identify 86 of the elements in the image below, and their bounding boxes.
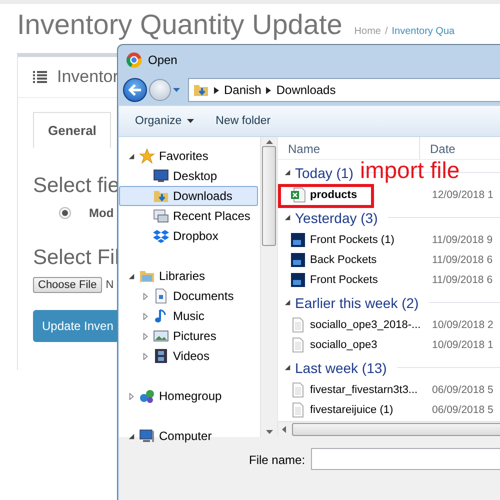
browser-icon: [126, 52, 142, 68]
collapse-arrow-icon[interactable]: [128, 152, 135, 160]
film-icon: [153, 348, 169, 364]
breadcrumb-current[interactable]: Inventory Qua: [392, 26, 455, 37]
nav-item[interactable]: Dropbox: [119, 226, 258, 246]
monitor-icon: [153, 168, 169, 184]
path-segment[interactable]: Downloads: [276, 83, 336, 97]
nav-item[interactable]: Recent Places: [119, 206, 258, 226]
nav-item[interactable]: Computer: [119, 426, 258, 446]
tab[interactable]: General: [33, 112, 112, 148]
annotation: import file: [360, 159, 460, 182]
collapse-arrow-icon[interactable]: [284, 169, 291, 176]
scroll-down-icon[interactable]: [266, 430, 272, 434]
expand-arrow-icon[interactable]: [142, 352, 149, 360]
expand-arrow-icon[interactable]: [142, 312, 149, 320]
address-bar[interactable]: Danish Downloads: [188, 78, 500, 102]
group-header[interactable]: Today (1): [295, 164, 354, 180]
folder-download-icon: [193, 82, 209, 98]
recent-places-icon: [153, 208, 169, 224]
library-icon: [139, 268, 155, 284]
photoshop-file-icon: [290, 272, 306, 288]
file-row[interactable]: sociallo_ope3 10/09/2018 1: [284, 335, 500, 355]
group-header[interactable]: Earlier this week (2): [295, 294, 419, 310]
file-row[interactable]: Front Pockets (1) 11/09/2018 9: [284, 230, 500, 250]
collapse-arrow-icon[interactable]: [128, 272, 135, 280]
radio-button[interactable]: [59, 206, 71, 219]
collapse-arrow-icon[interactable]: [284, 299, 291, 306]
folder-download-icon: [153, 188, 169, 204]
file-name-label: File name:: [249, 453, 306, 467]
star-icon: [139, 148, 155, 164]
collapse-arrow-icon[interactable]: [284, 214, 291, 221]
picture-icon: [153, 328, 169, 344]
nav-item[interactable]: Favorites: [119, 146, 258, 166]
expand-arrow-icon[interactable]: [142, 332, 149, 340]
nav-item[interactable]: Homegroup: [119, 386, 258, 406]
toolbar-button[interactable]: Organize: [131, 112, 198, 130]
list-icon: [33, 70, 47, 83]
file-row[interactable]: sociallo_ope3_2018-... 10/09/2018 2: [284, 315, 500, 335]
expand-arrow-icon[interactable]: [142, 292, 149, 300]
scrollbar[interactable]: [278, 421, 500, 437]
arrow-left-icon: [128, 84, 142, 96]
group-header[interactable]: Yesterday (3): [295, 210, 378, 226]
chevron-icon[interactable]: [266, 86, 272, 94]
back-button[interactable]: [123, 78, 147, 102]
scrollbar[interactable]: [260, 137, 277, 437]
group-header[interactable]: Last week (13): [295, 360, 387, 376]
nav-item[interactable]: Libraries: [119, 266, 258, 286]
file-status: N: [106, 278, 114, 291]
text-file-icon: [290, 337, 306, 353]
spreadsheet-icon: [290, 187, 306, 203]
scroll-up-icon[interactable]: [266, 140, 272, 144]
page-title: Inventory Quantity Update: [17, 10, 342, 41]
collapse-arrow-icon[interactable]: [284, 364, 291, 371]
path-segment[interactable]: Danish: [224, 83, 262, 97]
dropdown-caret-icon[interactable]: [173, 88, 180, 92]
radio-label: Mod: [89, 206, 114, 220]
computer-icon: [139, 428, 155, 444]
file-row[interactable]: Front Pockets 11/09/2018 6: [284, 270, 500, 290]
text-file-icon: [290, 402, 306, 418]
nav-item[interactable]: Documents: [119, 286, 258, 306]
file-name-field[interactable]: [311, 448, 500, 470]
nav-item[interactable]: Videos: [119, 346, 258, 366]
photoshop-file-icon: [290, 232, 306, 248]
file-row[interactable]: fivestareijuice (1) 06/09/2018 5: [284, 400, 500, 420]
document-icon: [153, 288, 169, 304]
dialog-title: Open: [148, 53, 178, 67]
dropbox-icon: [153, 228, 169, 244]
nav-item[interactable]: Downloads: [119, 186, 258, 206]
text-file-icon: [290, 382, 306, 398]
text-file-icon: [290, 317, 306, 333]
file-row[interactable]: products 12/09/2018 1: [284, 185, 500, 205]
toolbar-button[interactable]: New folder: [212, 112, 275, 130]
choose-file-button[interactable]: Choose File: [33, 276, 102, 293]
expand-arrow-icon[interactable]: [128, 392, 135, 400]
column-header[interactable]: Date: [420, 137, 500, 159]
file-row[interactable]: fivestar_fivestarn3t3... 06/09/2018 5: [284, 380, 500, 400]
photoshop-file-icon: [290, 252, 306, 268]
scroll-left-icon[interactable]: [282, 426, 286, 433]
breadcrumb-separator: /: [384, 26, 388, 37]
column-header[interactable]: Name: [278, 137, 420, 159]
panel-title: Inventor: [57, 66, 118, 87]
file-row[interactable]: Back Pockets 11/09/2018 6: [284, 250, 500, 270]
nav-item[interactable]: Desktop: [119, 166, 258, 186]
caret-icon[interactable]: [186, 119, 194, 123]
homegroup-icon: [139, 388, 155, 404]
chevron-icon[interactable]: [214, 86, 219, 94]
